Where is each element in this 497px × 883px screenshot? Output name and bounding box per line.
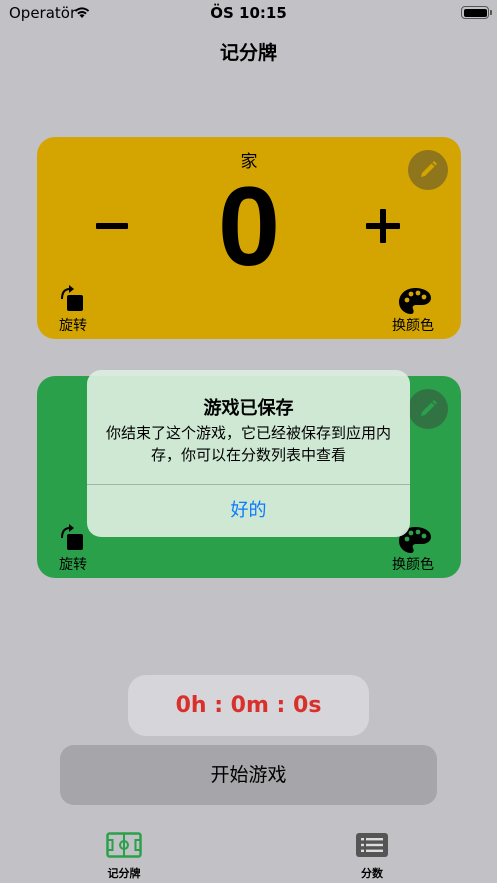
home-increment-button[interactable] (366, 209, 400, 243)
pencil-icon (421, 400, 437, 416)
palette-icon (399, 288, 431, 314)
away-change-color-label: 换颜色 (392, 557, 434, 573)
rotate-icon (61, 285, 83, 311)
tab-bar: 记分牌 分数 (0, 826, 497, 883)
away-edit-name-button[interactable] (408, 389, 448, 429)
tab-scores[interactable]: 分数 (332, 832, 412, 881)
alert-ok-button[interactable]: 好的 (87, 485, 410, 537)
battery-icon (461, 6, 492, 19)
home-edit-name-button[interactable] (408, 150, 448, 190)
home-rotate-label: 旋转 (59, 318, 87, 334)
start-game-button[interactable]: 开始游戏 (60, 745, 437, 805)
alert-message: 你结束了这个游戏，它已经被保存到应用内存，你可以在分数列表中查看 (105, 424, 391, 464)
home-change-color-button[interactable]: 换颜色 (392, 287, 440, 334)
home-change-color-label: 换颜色 (392, 318, 434, 334)
status-time: ÖS 10:15 (210, 4, 287, 22)
home-team-card: 家 0 旋转 换颜色 (37, 137, 461, 339)
away-rotate-label: 旋转 (59, 557, 87, 573)
home-rotate-button[interactable]: 旋转 (59, 285, 93, 334)
tab-scoreboard[interactable]: 记分牌 (84, 832, 164, 881)
pencil-icon (421, 161, 437, 177)
field-icon (106, 832, 142, 858)
page-title: 记分牌 (219, 42, 277, 64)
alert-title: 游戏已保存 (203, 398, 294, 419)
tab-scores-label: 分数 (361, 867, 383, 880)
list-icon (356, 833, 388, 857)
game-timer: 0h : 0m : 0s (128, 675, 369, 736)
game-saved-alert: 游戏已保存 你结束了这个游戏，它已经被保存到应用内存，你可以在分数列表中查看 好… (87, 370, 410, 537)
status-bar: Operatör ÖS 10:15 (0, 0, 497, 26)
home-decrement-button[interactable] (96, 223, 128, 229)
rotate-icon (61, 524, 83, 550)
tab-scoreboard-label: 记分牌 (107, 867, 141, 880)
